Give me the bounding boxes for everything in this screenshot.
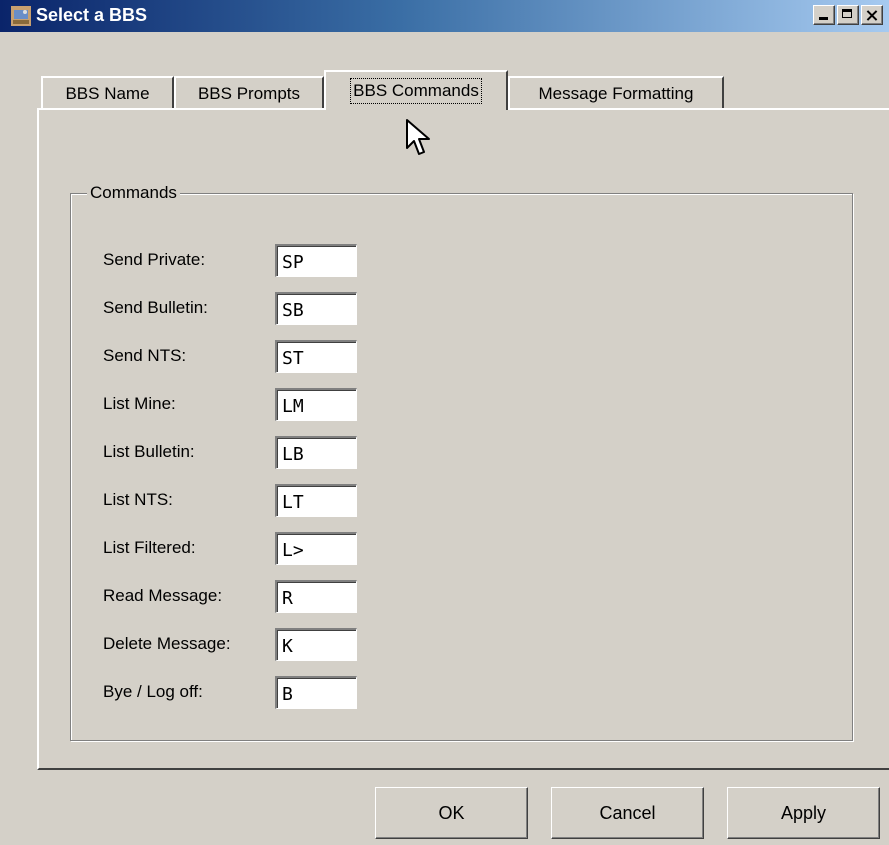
apply-button[interactable]: Apply — [727, 787, 880, 839]
read-message-label: Read Message: — [103, 586, 223, 605]
window-title: Select a BBS — [36, 5, 148, 25]
mouse-cursor-icon — [406, 119, 430, 155]
close-icon[interactable] — [861, 5, 883, 25]
send-bulletin-input[interactable]: SB — [275, 292, 357, 325]
send-bulletin-label: Send Bulletin: — [103, 298, 208, 317]
maximize-icon[interactable] — [837, 5, 859, 25]
command-row-delete-message: Delete Message: K — [0, 628, 400, 662]
send-private-label: Send Private: — [103, 250, 206, 269]
tab-bbs-commands[interactable]: BBS Commands — [324, 70, 508, 110]
list-filtered-label: List Filtered: — [103, 538, 196, 557]
list-bulletin-input[interactable]: LB — [275, 436, 357, 469]
bye-log-off-label: Bye / Log off: — [103, 682, 203, 701]
command-row-list-nts: List NTS: LT — [0, 484, 400, 518]
delete-message-input[interactable]: K — [275, 628, 357, 661]
title-bar[interactable]: Select a BBS — [0, 0, 889, 32]
tab-label: BBS Prompts — [197, 83, 301, 103]
list-nts-label: List NTS: — [103, 490, 173, 509]
delete-message-label: Delete Message: — [103, 634, 231, 653]
command-row-send-private: Send Private: SP — [0, 244, 400, 278]
list-nts-input[interactable]: LT — [275, 484, 357, 517]
cancel-button[interactable]: Cancel — [551, 787, 704, 839]
minimize-icon[interactable] — [813, 5, 835, 25]
tab-label: BBS Name — [65, 83, 150, 103]
command-row-send-bulletin: Send Bulletin: SB — [0, 292, 400, 326]
command-row-list-bulletin: List Bulletin: LB — [0, 436, 400, 470]
list-mine-input[interactable]: LM — [275, 388, 357, 421]
tab-bbs-name[interactable]: BBS Name — [41, 76, 174, 109]
command-row-read-message: Read Message: R — [0, 580, 400, 614]
bye-log-off-input[interactable]: B — [275, 676, 357, 709]
command-row-send-nts: Send NTS: ST — [0, 340, 400, 374]
list-mine-label: List Mine: — [103, 394, 176, 413]
command-row-bye-log-off: Bye / Log off: B — [0, 676, 400, 710]
app-icon — [11, 6, 31, 26]
ok-button[interactable]: OK — [375, 787, 528, 839]
send-private-input[interactable]: SP — [275, 244, 357, 277]
read-message-input[interactable]: R — [275, 580, 357, 613]
send-nts-label: Send NTS: — [103, 346, 187, 365]
list-bulletin-label: List Bulletin: — [103, 442, 195, 461]
tab-label: BBS Commands — [350, 78, 482, 104]
command-row-list-filtered: List Filtered: L> — [0, 532, 400, 566]
select-bbs-dialog: Select a BBS BBS Name BBS Prompts BBS Co… — [0, 0, 889, 845]
tab-bbs-prompts[interactable]: BBS Prompts — [174, 76, 324, 109]
command-row-list-mine: List Mine: LM — [0, 388, 400, 422]
send-nts-input[interactable]: ST — [275, 340, 357, 373]
tab-label: Message Formatting — [538, 83, 694, 103]
tab-message-formatting[interactable]: Message Formatting — [508, 76, 724, 109]
list-filtered-input[interactable]: L> — [275, 532, 357, 565]
commands-legend: Commands — [87, 183, 180, 203]
